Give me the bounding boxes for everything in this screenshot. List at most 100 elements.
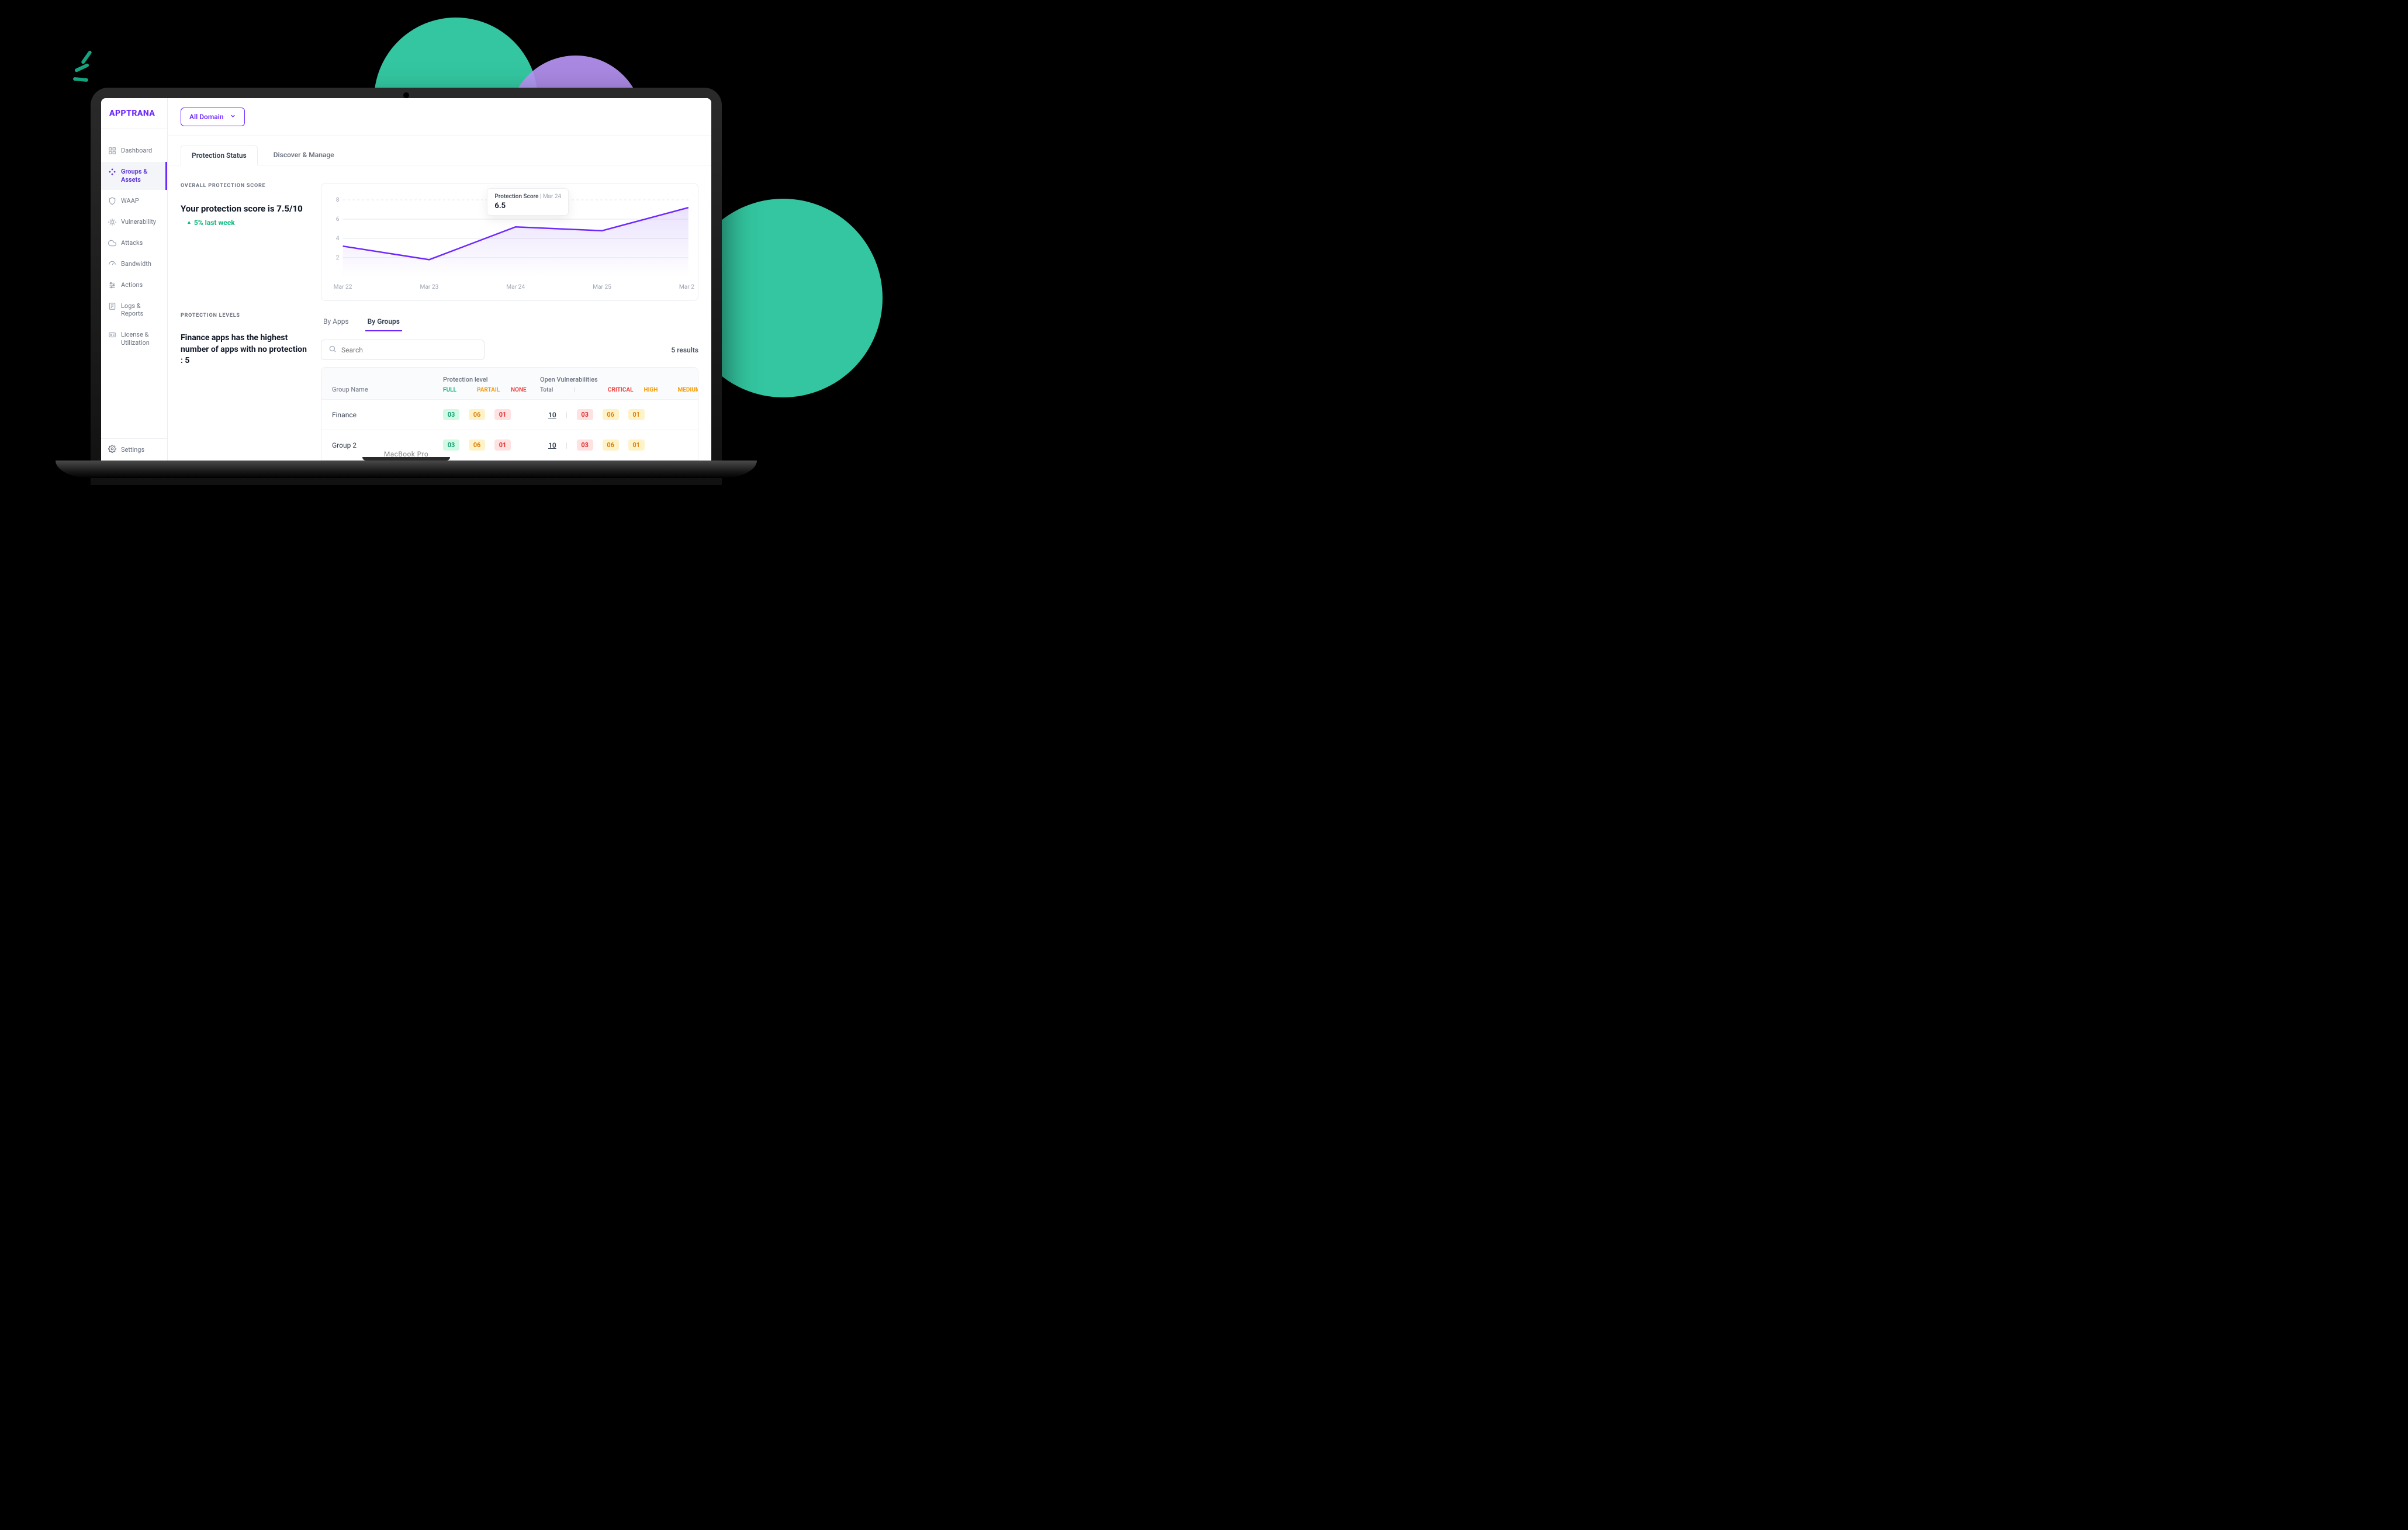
gauge-icon bbox=[108, 260, 116, 268]
th-protection-level: Protection level bbox=[443, 376, 534, 383]
svg-text:8: 8 bbox=[336, 197, 340, 203]
pill-full: 03 bbox=[443, 439, 459, 451]
app-root: APPTRANA Dashboard Groups & Assets WAAP bbox=[101, 98, 711, 461]
svg-text:2: 2 bbox=[336, 255, 340, 261]
sub-tab-label: By Groups bbox=[368, 317, 400, 326]
sidebar-item-settings[interactable]: Settings bbox=[101, 438, 167, 461]
search-input[interactable] bbox=[341, 346, 477, 354]
screen: APPTRANA Dashboard Groups & Assets WAAP bbox=[101, 98, 711, 461]
cell-vuln: 10 | 03 06 01 bbox=[548, 439, 687, 451]
laptop-frame: APPTRANA Dashboard Groups & Assets WAAP bbox=[91, 88, 722, 485]
svg-text:Mar 23: Mar 23 bbox=[420, 284, 438, 290]
sidebar-item-vulnerability[interactable]: Vulnerability bbox=[101, 212, 167, 232]
results-count: 5 results bbox=[671, 346, 698, 354]
vuln-medium: 01 bbox=[628, 409, 645, 420]
sh-critical: CRITICAL bbox=[608, 387, 634, 393]
sidebar-item-label: Vulnerability bbox=[121, 218, 156, 226]
cloud-icon bbox=[108, 239, 116, 247]
table-row[interactable]: Finance03060110|030601 bbox=[321, 399, 698, 430]
table-row[interactable]: Group 203060110|030601 bbox=[321, 430, 698, 460]
sidebar: APPTRANA Dashboard Groups & Assets WAAP bbox=[101, 98, 168, 461]
shield-icon bbox=[108, 197, 116, 205]
sidebar-item-label: Settings bbox=[121, 446, 144, 454]
sidebar-item-logs-reports[interactable]: Logs & Reports bbox=[101, 296, 167, 324]
sub-tab-label: By Apps bbox=[323, 317, 349, 326]
tooltip-title: Protection Score bbox=[494, 193, 538, 200]
tooltip-value: 6.5 bbox=[494, 202, 561, 210]
th-open-vuln: Open Vulnerabilities bbox=[540, 376, 698, 383]
svg-text:Mar 25: Mar 25 bbox=[593, 284, 611, 290]
sub-tab-by-apps[interactable]: By Apps bbox=[321, 313, 351, 331]
gear-icon bbox=[108, 445, 116, 455]
sidebar-item-bandwidth[interactable]: Bandwidth bbox=[101, 254, 167, 274]
vuln-critical: 03 bbox=[577, 409, 593, 420]
report-icon bbox=[108, 302, 116, 310]
pill-full: 03 bbox=[443, 409, 459, 420]
sidebar-item-label: Bandwidth bbox=[121, 260, 151, 268]
sidebar-item-dashboard[interactable]: Dashboard bbox=[101, 141, 167, 161]
kicker: OVERALL PROTECTION SCORE bbox=[181, 183, 309, 189]
sliders-icon bbox=[108, 281, 116, 289]
svg-text:Mar 26: Mar 26 bbox=[679, 284, 694, 290]
groups-icon bbox=[108, 168, 116, 176]
search-box[interactable] bbox=[321, 340, 485, 360]
sidebar-item-label: WAAP bbox=[121, 197, 139, 205]
sidebar-item-label: Groups & Assets bbox=[121, 168, 158, 184]
vuln-total[interactable]: 10 bbox=[548, 441, 556, 449]
sidebar-item-actions[interactable]: Actions bbox=[101, 275, 167, 295]
th-group-name: Group Name bbox=[332, 386, 437, 393]
score-summary: OVERALL PROTECTION SCORE Your protection… bbox=[181, 183, 309, 301]
chart-tooltip: Protection Score | Mar 24 6.5 bbox=[487, 188, 569, 216]
sidebar-item-groups-assets[interactable]: Groups & Assets bbox=[101, 162, 167, 190]
sidebar-item-label: Attacks bbox=[121, 239, 143, 247]
bug-icon bbox=[108, 218, 116, 226]
vuln-medium: 01 bbox=[628, 439, 645, 451]
svg-text:6: 6 bbox=[336, 216, 340, 223]
headline-prefix: Your protection score is bbox=[181, 203, 276, 214]
pill-none: 01 bbox=[494, 409, 511, 420]
cell-group-name: Finance bbox=[332, 411, 437, 419]
svg-text:Mar 22: Mar 22 bbox=[334, 284, 352, 290]
protection-sub-heads: FULL PARTAIL NONE bbox=[443, 387, 534, 393]
vuln-high: 06 bbox=[603, 409, 619, 420]
tooltip-date: | Mar 24 bbox=[540, 193, 561, 200]
pill-none: 01 bbox=[494, 439, 511, 451]
cell-vuln: 10 | 03 06 01 bbox=[548, 409, 687, 420]
vuln-critical: 03 bbox=[577, 439, 593, 451]
tab-protection-status[interactable]: Protection Status bbox=[181, 145, 258, 165]
groups-table: Group Name Protection level FULL PARTAIL… bbox=[321, 367, 698, 461]
domain-select[interactable]: All Domain bbox=[181, 108, 245, 126]
divider: | bbox=[566, 411, 568, 419]
content: Protection Status Discover & Manage OVER… bbox=[168, 136, 711, 461]
tab-label: Discover & Manage bbox=[274, 151, 334, 159]
license-icon bbox=[108, 331, 116, 339]
topbar: All Domain bbox=[168, 98, 711, 136]
trend-text: 5% last week bbox=[194, 218, 235, 228]
svg-text:Mar 24: Mar 24 bbox=[506, 284, 525, 290]
headline-value: 7.5/10 bbox=[276, 203, 302, 214]
laptop-base bbox=[56, 461, 757, 478]
tab-discover-manage[interactable]: Discover & Manage bbox=[262, 144, 345, 165]
brand-logo: APPTRANA bbox=[101, 98, 167, 129]
vuln-high: 06 bbox=[603, 439, 619, 451]
sidebar-nav: Dashboard Groups & Assets WAAP Vulnerabi… bbox=[101, 129, 167, 438]
sidebar-item-waap[interactable]: WAAP bbox=[101, 191, 167, 211]
sh-total: Total bbox=[540, 387, 563, 393]
tooltip-date-text: Mar 24 bbox=[543, 193, 561, 200]
svg-text:4: 4 bbox=[336, 236, 340, 242]
domain-select-label: All Domain bbox=[189, 113, 224, 121]
chevron-down-icon bbox=[230, 113, 236, 121]
cell-protection: 030601 bbox=[443, 409, 542, 420]
kicker: PROTECTION LEVELS bbox=[181, 313, 309, 319]
cell-group-name: Group 2 bbox=[332, 441, 437, 449]
sub-tab-by-groups[interactable]: By Groups bbox=[365, 313, 402, 331]
sidebar-item-label: License & Utilization bbox=[121, 331, 160, 347]
main-tabs: Protection Status Discover & Manage bbox=[168, 136, 711, 165]
sidebar-item-license[interactable]: License & Utilization bbox=[101, 325, 167, 353]
sidebar-item-label: Logs & Reports bbox=[121, 302, 160, 319]
divider: | bbox=[566, 441, 568, 449]
section-overall-score: OVERALL PROTECTION SCORE Your protection… bbox=[168, 165, 711, 307]
vuln-total[interactable]: 10 bbox=[548, 411, 556, 419]
vuln-sub-heads: Total | CRITICAL HIGH MEDIUM bbox=[540, 387, 698, 393]
sidebar-item-attacks[interactable]: Attacks bbox=[101, 233, 167, 253]
